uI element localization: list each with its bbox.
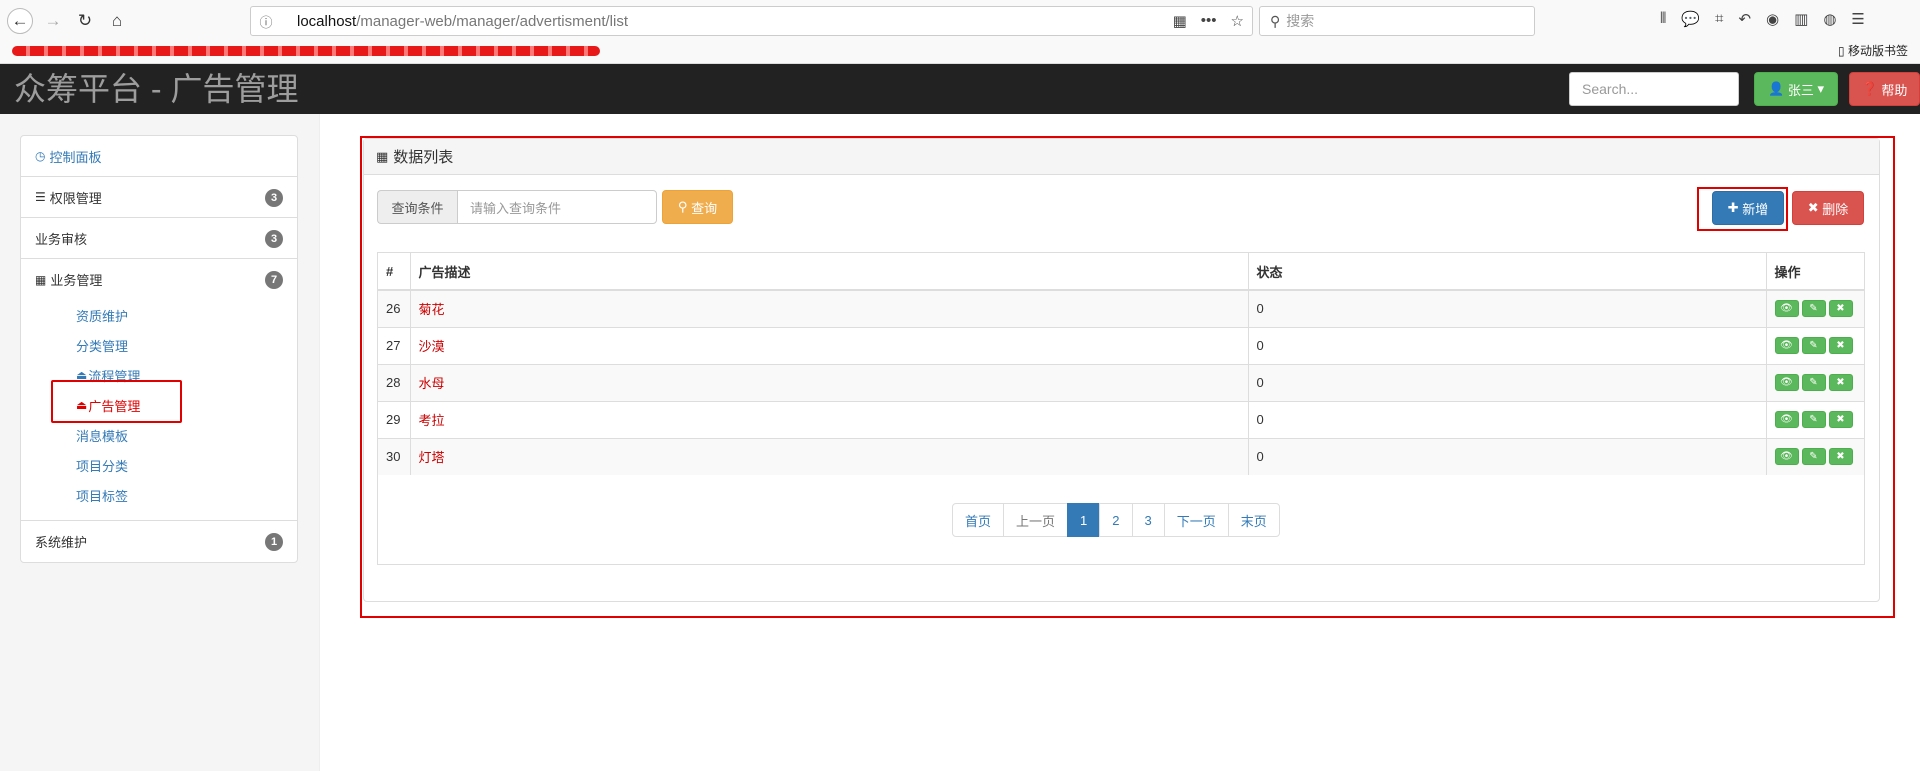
chat-icon[interactable]: 💬 [1681,10,1700,28]
dashboard-icon: ◷ [35,149,46,163]
navbar-search-input[interactable]: Search... [1569,72,1739,106]
address-bar[interactable]: ⓘ localhost/manager-web/manager/advertis… [250,6,1253,36]
sidebar-subitem-qualification[interactable]: 资质维护 [21,300,297,330]
user-icon: 👤 [1768,81,1785,96]
caret-down-icon: ▾ [1817,81,1824,96]
count-badge: 3 [265,189,283,207]
menu-icon[interactable]: ☰ [1851,10,1864,28]
magnifier-icon: ⚲ [1270,12,1281,29]
bookmarks-bar [12,46,600,56]
question-circle-icon: ❓ [1861,81,1878,96]
count-badge: 1 [265,533,283,551]
sidebar-subitem-category[interactable]: 分类管理 [21,330,297,360]
sidebar-item-business-review[interactable]: 业务审核 3 [21,218,297,259]
library-icon[interactable]: ⫴ [1660,10,1666,28]
sidebar-subitem-project-tag[interactable]: 项目标签 [21,480,297,510]
sidebar-subitem-message-template[interactable]: 消息模板 [21,420,297,450]
sidebar-item-business-management[interactable]: ▦ 业务管理 7 [21,259,297,300]
sidebar-item-dashboard[interactable]: ◷ 控制面板 [21,136,297,177]
bookmark-star-icon[interactable]: ☆ [1231,12,1244,30]
server-icon: ☰ [35,190,46,204]
help-button[interactable]: ❓ 帮助 [1849,72,1920,106]
count-badge: 3 [265,230,283,248]
app-navbar: 众筹平台 - 广告管理 Search... 👤 张三 ▾ ❓ 帮助 [0,64,1920,114]
reload-icon[interactable]: ↻ [72,8,98,34]
highlight-box [360,136,1895,618]
forward-arrow-icon[interactable]: → [40,8,66,34]
mobile-bookmarks[interactable]: ▯ 移动版书签 [1838,42,1908,59]
grid-icon: ▦ [35,272,47,287]
more-icon[interactable]: ••• [1201,12,1217,30]
browser-toolbar: ← → ↻ ⌂ ⓘ localhost/manager-web/manager/… [0,0,1920,64]
url-text[interactable]: localhost/manager-web/manager/advertisme… [297,13,628,30]
count-badge: 7 [265,271,283,289]
sidebar-item-system-maintenance[interactable]: 系统维护 1 [21,521,297,562]
qr-code-icon[interactable]: ▦ [1173,12,1187,30]
undo-icon[interactable]: ↶ [1738,10,1751,28]
sidebar-subitem-project-category[interactable]: 项目分类 [21,450,297,480]
crop-icon[interactable]: ⌗ [1715,10,1723,28]
brand-title[interactable]: 众筹平台 - 广告管理 [14,72,298,106]
sidebar-toggle-icon[interactable]: ▥ [1794,10,1808,28]
browser-search-input[interactable]: ⚲ 搜索 [1259,6,1535,36]
sidebar-item-permissions[interactable]: ☰ 权限管理 3 [21,177,297,218]
account-icon[interactable]: ◍ [1823,10,1836,28]
sidebar-menu: ◷ 控制面板 ☰ 权限管理 3 业务审核 3 ▦ 业务管理 7 资质维护 分类管… [20,135,298,563]
highlight-box [1697,187,1788,231]
home-icon[interactable]: ⌂ [104,8,130,34]
user-dropdown-button[interactable]: 👤 张三 ▾ [1754,72,1838,106]
extension-icon[interactable]: ◉ [1766,10,1779,28]
back-arrow-icon[interactable]: ← [7,8,33,34]
info-icon[interactable]: ⓘ [251,12,281,31]
highlight-box [51,380,182,423]
